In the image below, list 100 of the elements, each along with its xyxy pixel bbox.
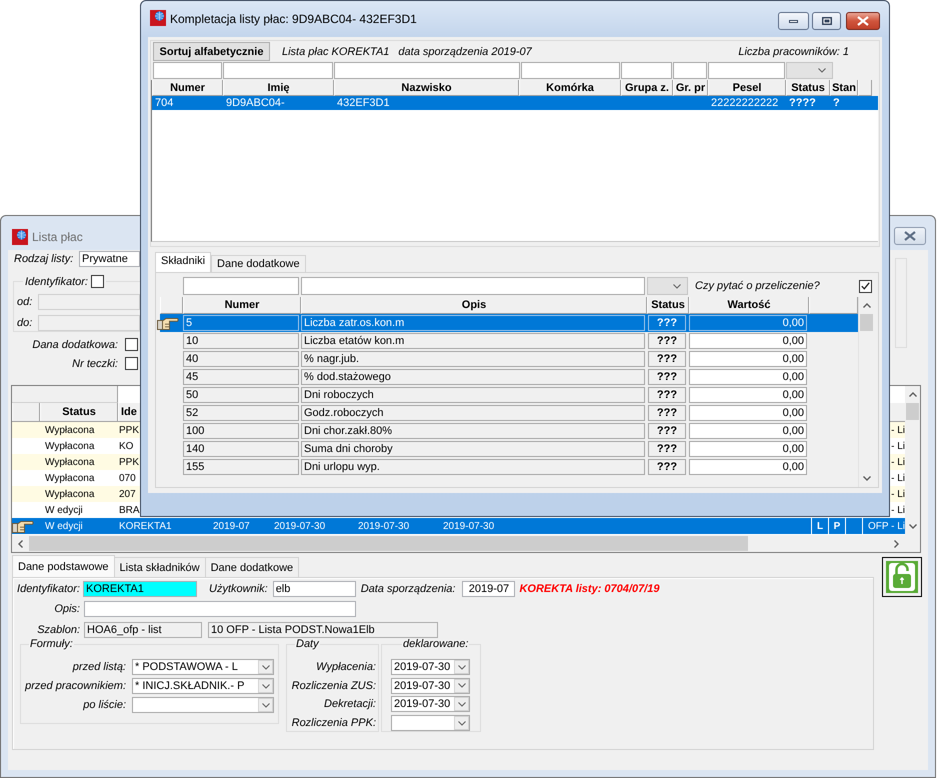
template-field: 10 OFP - Lista PODST.Nowa1Elb [208,622,438,638]
date-dropdown[interactable]: 2019-07-30 [391,678,470,694]
table-cell: OFP - Li [868,520,905,532]
table-row[interactable]: 155 Dni urlopu wyp. ??? 0,00 [160,458,858,476]
close-button[interactable] [894,227,926,245]
field-label: Nr teczki: [72,358,118,370]
list-type-field[interactable]: Prywatne [79,251,140,267]
minimize-icon [789,20,798,22]
checkbox[interactable] [859,280,872,292]
table-row[interactable]: 704 9D9ABC04- 432EF3D1 22222222222 ???? ? [152,96,878,110]
formula-dropdown[interactable] [132,697,274,713]
range-field[interactable] [38,315,140,331]
filter-field[interactable] [301,277,645,295]
table-row[interactable]: 50 Dni roboczych ??? 0,00 [160,386,858,404]
checkbox[interactable] [90,275,104,288]
table-cell: Dni roboczych [301,387,645,403]
column-header[interactable]: Status [62,406,96,418]
table-cell: - Li [891,440,905,452]
filter-field[interactable] [153,62,222,79]
checkbox[interactable] [125,338,138,351]
range-field[interactable] [38,294,140,310]
table-cell: Wypłacona [45,440,94,452]
tab[interactable]: Dane podstawowe [12,555,115,577]
sort-alphabetically-button[interactable]: Sortuj alfabetycznie [153,42,270,61]
table-cell: 2019-07-30 [274,520,326,532]
field-label: Dekretacji: [324,698,376,710]
tab[interactable]: Dane dodatkowe [204,557,300,577]
creation-date-field[interactable]: 2019-07 [462,581,516,597]
filter-field[interactable] [708,62,785,79]
scrollbar-thumb[interactable] [860,314,873,331]
table-cell: P [834,520,840,532]
template-field: HOA6_ofp - list [84,622,202,638]
scrollbar-thumb[interactable] [906,403,919,420]
tab[interactable]: Dane dodatkowe [211,255,306,272]
table-cell: W edycji [45,504,83,516]
column-header[interactable]: Imię [267,82,290,94]
checkbox[interactable] [125,357,138,370]
field-label: Szablon: [37,624,80,636]
value-cell[interactable]: 0,00 [689,315,807,331]
filter-field[interactable] [334,62,520,79]
table-row[interactable]: 100 Dni chor.zakł.80% ??? 0,00 [160,422,858,440]
table-row[interactable]: 40 % nagr.jub. ??? 0,00 [160,350,858,368]
table-cell: Liczba etatów kon.m [301,333,645,349]
chevron-right-icon [894,540,899,548]
filter-field[interactable] [621,62,672,79]
field-label: Rozliczenia ZUS: [292,680,376,692]
table-cell: 070 [119,472,136,484]
close-button[interactable] [846,12,880,30]
table-row[interactable]: 5 Liczba zatr.os.kon.m ??? 0,00 [160,314,858,332]
field-label: przed pracownikiem: [25,680,126,692]
value-cell[interactable]: 0,00 [689,387,807,403]
window-title: Kompletacja listy płac: 9D9ABC04- 432EF3D1 [170,11,417,27]
date-dropdown[interactable]: 2019-07-30 [391,659,470,675]
table-cell: - Li [891,472,905,484]
filter-dropdown[interactable] [786,62,833,79]
table-cell: ??? [648,315,686,331]
scrollbar-thumb[interactable] [29,536,748,551]
field-label: Dana dodatkowa: [32,338,118,350]
column-header[interactable]: Opis [462,299,486,311]
date-dropdown[interactable]: 2019-07-30 [391,696,470,712]
tab[interactable]: Składniki [155,252,212,272]
user-field[interactable]: elb [272,581,356,597]
horizontal-scrollbar[interactable] [12,535,920,552]
table-cell: W edycji [45,520,83,532]
value-cell[interactable]: 0,00 [689,351,807,367]
chevron-up-icon [862,303,870,308]
value-cell[interactable]: 0,00 [689,369,807,385]
table-cell: 22222222222 [711,97,778,109]
filter-field[interactable] [521,62,620,79]
vertical-scrollbar[interactable] [905,386,920,535]
formula-dropdown[interactable]: * INICJ.SKŁADNIK.- P [132,678,274,694]
table-cell: 140 [183,441,299,457]
value-cell[interactable]: 0,00 [689,423,807,439]
maximize-button[interactable] [812,12,841,30]
table-cell: Liczba zatr.os.kon.m [301,315,645,331]
table-row[interactable]: 140 Suma dni choroby ??? 0,00 [160,440,858,458]
table-row[interactable]: 52 Godz.roboczych ??? 0,00 [160,404,858,422]
filter-field[interactable] [183,277,299,295]
minimize-button[interactable] [778,12,809,30]
date-dropdown[interactable] [391,715,470,732]
table-row[interactable]: 45 % dod.stażowego ??? 0,00 [160,368,858,386]
value-cell[interactable]: 0,00 [689,459,807,475]
formula-dropdown[interactable]: * PODSTAWOWA - L [132,659,274,675]
filter-field[interactable] [223,62,333,79]
identifier-field[interactable]: KOREKTA1 [83,581,197,597]
table-cell: Wypłacona [45,472,94,484]
value-cell[interactable]: 0,00 [689,441,807,457]
table-row[interactable]: 10 Liczba etatów kon.m ??? 0,00 [160,332,858,350]
value-cell[interactable]: 0,00 [689,405,807,421]
table-cell: ??? [648,441,686,457]
correction-note: KOREKTA listy: 0704/07/19 [519,583,660,595]
table-row[interactable]: W edycji KOREKTA1 2019-07 2019-07-30 2019-07-30 2019-07-30 L P OFP - Li [12,518,905,534]
value-cell[interactable]: 0,00 [689,333,807,349]
description-field[interactable] [84,601,356,617]
field-label: Rodzaj listy: [14,253,74,265]
filter-dropdown[interactable] [647,277,688,295]
chevron-down-icon [458,683,466,688]
column-header[interactable]: Ide [121,406,137,418]
filter-field[interactable] [673,62,707,79]
table-cell: - Li [891,456,905,468]
